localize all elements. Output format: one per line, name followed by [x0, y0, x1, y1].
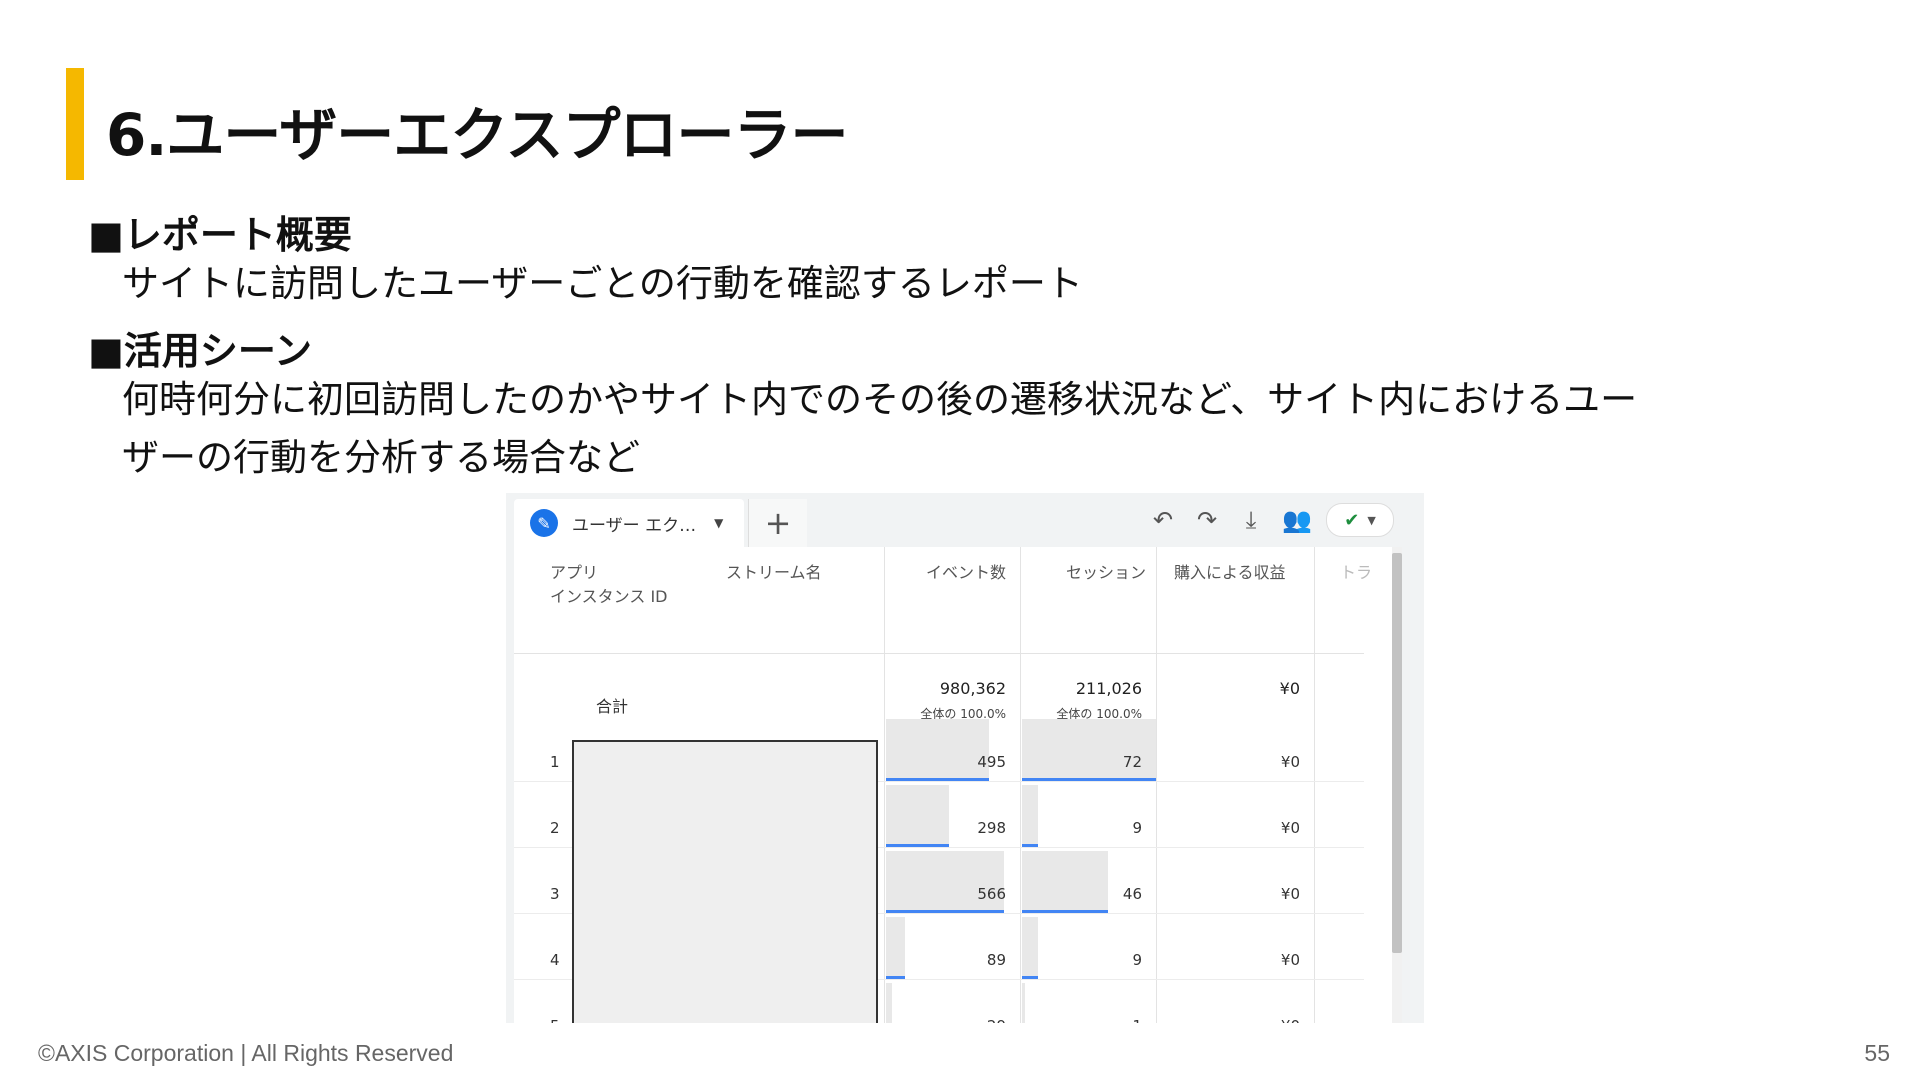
scrollbar-thumb[interactable]: [1392, 553, 1402, 953]
header-revenue[interactable]: 購入による収益: [1174, 561, 1304, 585]
events-bar-line: [886, 778, 989, 781]
pencil-icon: ✎: [530, 509, 558, 537]
column-separator: [884, 547, 885, 1023]
toolbar: ↶ ↷ ⤓ 👥 ✔ ▼: [1150, 503, 1394, 537]
status-check-button[interactable]: ✔ ▼: [1326, 503, 1394, 537]
header-sessions[interactable]: セッション: [1046, 561, 1146, 585]
sessions-bar: [1022, 917, 1038, 977]
header-app-instance[interactable]: アプリ インスタンス ID: [550, 561, 668, 609]
undo-icon[interactable]: ↶: [1150, 506, 1176, 534]
exploration-tab[interactable]: ✎ ユーザー エク… ▼: [514, 499, 744, 547]
events-bar-line: [886, 844, 949, 847]
row-number: 4: [550, 951, 560, 969]
row-number: 2: [550, 819, 560, 837]
column-separator: [1020, 547, 1021, 1023]
sessions-bar-line: [1022, 844, 1038, 847]
sessions-bar-line: [1022, 778, 1156, 781]
cell-sessions: 9: [1132, 951, 1142, 969]
sessions-bar: [1022, 785, 1038, 845]
cell-revenue: ¥0: [1280, 885, 1300, 903]
user-explorer-screenshot: ✎ ユーザー エク… ▼ + ↶ ↷ ⤓ 👥 ✔ ▼ アプリ インスタンス ID…: [506, 493, 1424, 1023]
totals-label: 合計: [596, 697, 629, 716]
redacted-area: [572, 740, 878, 1023]
cell-events: 298: [977, 819, 1006, 837]
events-bar: [886, 983, 892, 1023]
title-accent-bar: [66, 68, 84, 180]
header-events[interactable]: イベント数: [914, 561, 1006, 585]
sessions-bar-line: [1022, 976, 1038, 979]
row-number: 3: [550, 885, 560, 903]
header-divider: [514, 653, 1364, 654]
section-text-overview: サイトに訪問したユーザーごとの行動を確認するレポート: [122, 262, 1083, 305]
cell-revenue: ¥0: [1280, 951, 1300, 969]
section-heading-usage: ■活用シーン: [88, 329, 313, 373]
totals-events: 980,362: [939, 679, 1006, 698]
slide-title: 6.ユーザーエクスプローラー: [106, 101, 848, 169]
footer-copyright: ©AXIS Corporation | All Rights Reserved: [38, 1040, 454, 1066]
page-number: 55: [1864, 1040, 1890, 1066]
column-separator: [1156, 547, 1157, 1023]
download-icon[interactable]: ⤓: [1238, 506, 1264, 534]
totals-sessions: 211,026: [1075, 679, 1142, 698]
cell-revenue: ¥0: [1280, 819, 1300, 837]
events-bar: [886, 917, 905, 977]
cell-revenue: ¥0: [1176, 1017, 1300, 1023]
cell-events: 29: [904, 1017, 1006, 1023]
chevron-down-icon: ▼: [1367, 513, 1376, 527]
section-heading-overview: ■レポート概要: [88, 213, 352, 257]
sessions-bar: [1022, 983, 1025, 1023]
chevron-down-icon[interactable]: ▼: [714, 516, 723, 530]
column-separator: [1314, 547, 1315, 1023]
section-text-usage-line1: 何時何分に初回訪問したのかやサイト内でのその後の遷移状況など、サイト内におけるユ…: [122, 378, 1638, 421]
cell-sessions: 9: [1132, 819, 1142, 837]
cell-sessions: 72: [1122, 753, 1142, 771]
totals-revenue: ¥0: [1279, 679, 1300, 698]
header-stream-name[interactable]: ストリーム名: [726, 561, 822, 585]
sessions-bar-line: [1022, 910, 1108, 913]
tab-label: ユーザー エク…: [572, 515, 697, 536]
check-circle-icon: ✔: [1344, 509, 1360, 531]
section-text-usage-line2: ザーの行動を分析する場合など: [122, 436, 640, 479]
events-bar-line: [886, 976, 905, 979]
header-truncated[interactable]: トラ: [1340, 561, 1372, 585]
cell-sessions: 46: [1122, 885, 1142, 903]
row-number: 5: [550, 1017, 560, 1023]
cell-events: 89: [986, 951, 1006, 969]
redo-icon[interactable]: ↷: [1194, 506, 1220, 534]
add-tab-button[interactable]: +: [748, 499, 807, 547]
cell-events: 566: [977, 885, 1006, 903]
share-user-icon[interactable]: 👥: [1282, 506, 1312, 534]
cell-revenue: ¥0: [1280, 753, 1300, 771]
data-table: アプリ インスタンス ID ストリーム名 イベント数 セッション 購入による収益…: [514, 547, 1394, 1023]
cell-events: 495: [977, 753, 1006, 771]
cell-sessions: 1: [1040, 1017, 1142, 1023]
row-number: 1: [550, 753, 560, 771]
events-bar-line: [886, 910, 1004, 913]
